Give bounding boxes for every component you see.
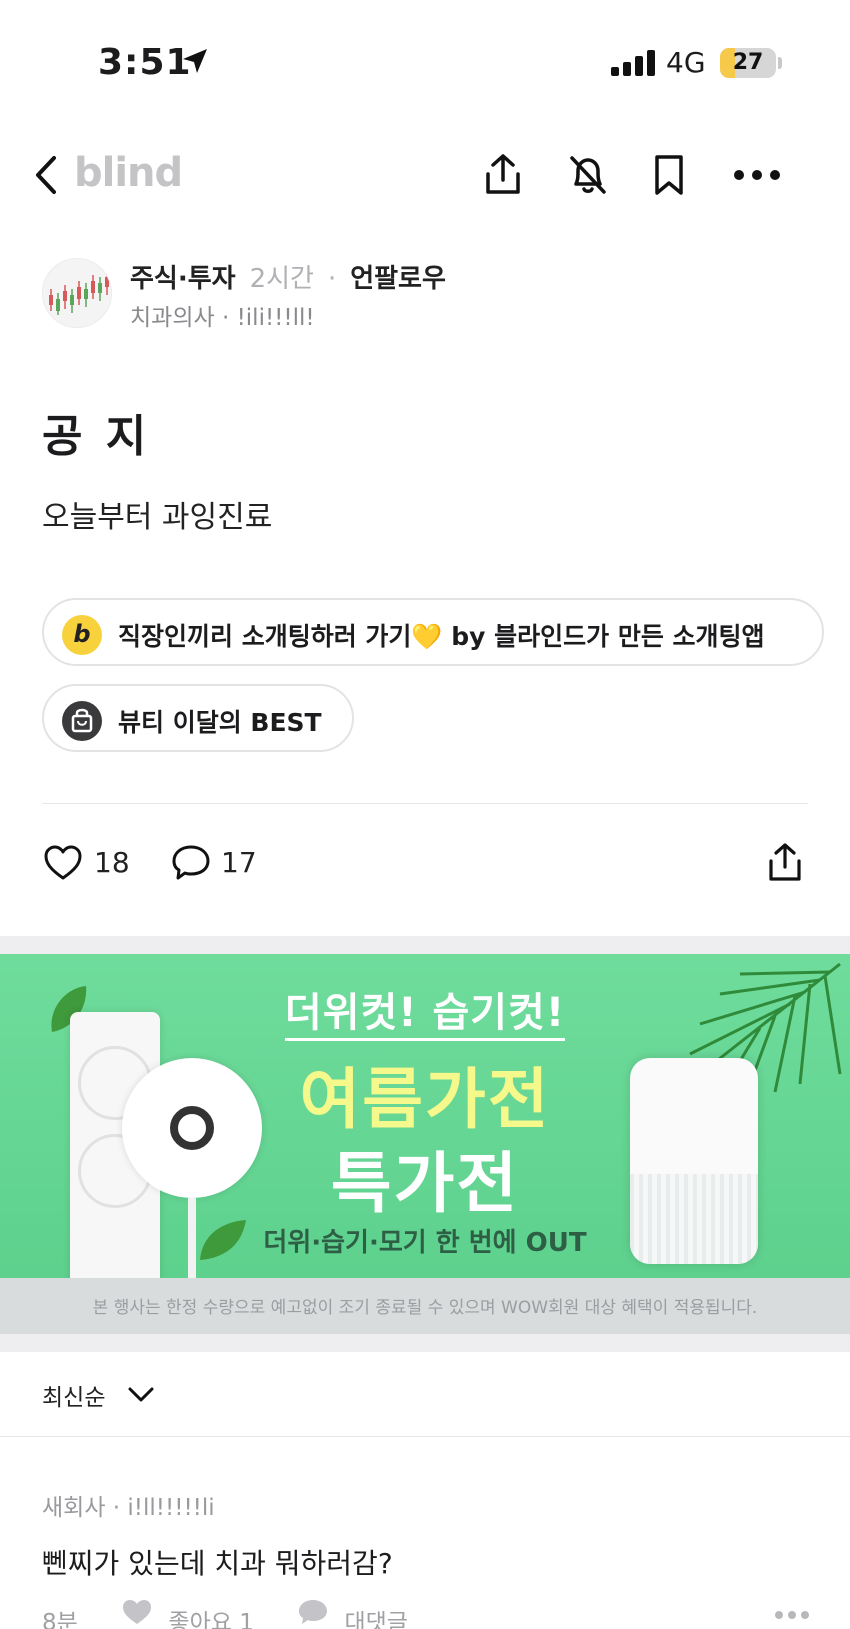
- separator: ·: [327, 264, 337, 294]
- nav-bar: blind: [0, 130, 850, 220]
- like-count: 18: [94, 846, 130, 879]
- banner-disclaimer: 본 행사는 한정 수량으로 예고없이 조기 종료될 수 있으며 WOW회원 대상…: [92, 1298, 758, 1318]
- chip-label: 뷰티 이달의 BEST: [118, 708, 322, 737]
- reply-bubble-icon[interactable]: [297, 1598, 329, 1626]
- blind-b-icon: b: [62, 615, 102, 655]
- network-type: 4G: [666, 46, 706, 79]
- brand-logo: blind: [74, 150, 183, 196]
- banner-headline-3: 특가전: [330, 1145, 520, 1222]
- bookmark-icon[interactable]: [646, 152, 692, 198]
- status-time: 3:51: [98, 42, 192, 83]
- share-icon[interactable]: [480, 152, 526, 198]
- battery-icon: 27: [720, 48, 776, 78]
- dating-app-chip[interactable]: b 직장인끼리 소개팅하러 가기💛 by 블라인드가 만든 소개팅앱: [42, 598, 824, 666]
- heart-icon[interactable]: [121, 1598, 153, 1626]
- post-title: 공 지: [42, 411, 151, 462]
- status-bar: 3:51 4G 27: [0, 0, 850, 120]
- comment-author: 새회사 · i!ll!!!!!li: [42, 1495, 215, 1521]
- summer-appliance-ad-banner[interactable]: 더위컷! 습기컷! 여름가전 특가전 더위·습기·모기 한 번에 OUT 본 행…: [0, 954, 850, 1334]
- share-icon[interactable]: [764, 842, 806, 884]
- heart-icon[interactable]: [42, 842, 84, 884]
- author-company: 치과의사 · !ili!!!ll!: [130, 305, 315, 331]
- chip-label: 직장인끼리 소개팅하러 가기💛 by 블라인드가 만든 소개팅앱: [118, 622, 765, 651]
- unfollow-button[interactable]: 언팔로우: [350, 264, 446, 294]
- post-time: 2시간: [249, 264, 314, 294]
- reply-button[interactable]: 대댓글: [344, 1603, 407, 1629]
- beauty-best-chip[interactable]: 뷰티 이달의 BEST: [42, 684, 354, 752]
- comment-text: 뻰찌가 있는데 치과 뭐하러감?: [42, 1547, 393, 1580]
- banner-headline-2: 여름가전: [299, 1061, 551, 1138]
- topic-avatar[interactable]: [42, 258, 112, 328]
- comment-count: 17: [221, 846, 257, 879]
- battery-percent: 27: [732, 50, 764, 75]
- sort-dropdown-label[interactable]: 최신순: [42, 1378, 105, 1412]
- signal-icon: [611, 50, 655, 76]
- location-arrow-icon: [183, 49, 207, 73]
- divider: [42, 803, 808, 804]
- post-author: 주식·투자 2시간 · 언팔로우 치과의사 · !ili!!!ll!: [42, 258, 822, 338]
- ad-section: 더위컷! 습기컷! 여름가전 특가전 더위·습기·모기 한 번에 OUT 본 행…: [0, 936, 850, 1352]
- comment-like-label[interactable]: 좋아요 1: [168, 1603, 253, 1629]
- post-actions: 18 17: [0, 836, 850, 896]
- banner-headline-1: 더위컷! 습기컷!: [0, 980, 850, 1041]
- author-line-top: 주식·투자 2시간 · 언팔로우: [130, 258, 446, 295]
- more-icon[interactable]: [732, 152, 782, 198]
- comment-icon[interactable]: [170, 842, 212, 884]
- shopping-bag-icon: [62, 701, 102, 741]
- chevron-down-icon[interactable]: [126, 1384, 156, 1406]
- topic-name[interactable]: 주식·투자: [130, 264, 236, 294]
- notification-off-icon[interactable]: [565, 152, 611, 198]
- banner-subline: 더위·습기·모기 한 번에 OUT: [263, 1228, 587, 1258]
- battery-tip: [778, 57, 782, 69]
- banner-footer: 본 행사는 한정 수량으로 예고없이 조기 종료될 수 있으며 WOW회원 대상…: [0, 1278, 850, 1334]
- comment-time: 8분: [42, 1609, 78, 1629]
- more-icon[interactable]: [774, 1610, 810, 1620]
- comment-meta: 8분 좋아요 1 대댓글: [42, 1598, 408, 1629]
- divider: [0, 1436, 850, 1437]
- back-chevron-icon[interactable]: [30, 152, 70, 198]
- post-body: 오늘부터 과잉진료: [42, 500, 273, 535]
- candlestick-chart-icon: [49, 271, 109, 315]
